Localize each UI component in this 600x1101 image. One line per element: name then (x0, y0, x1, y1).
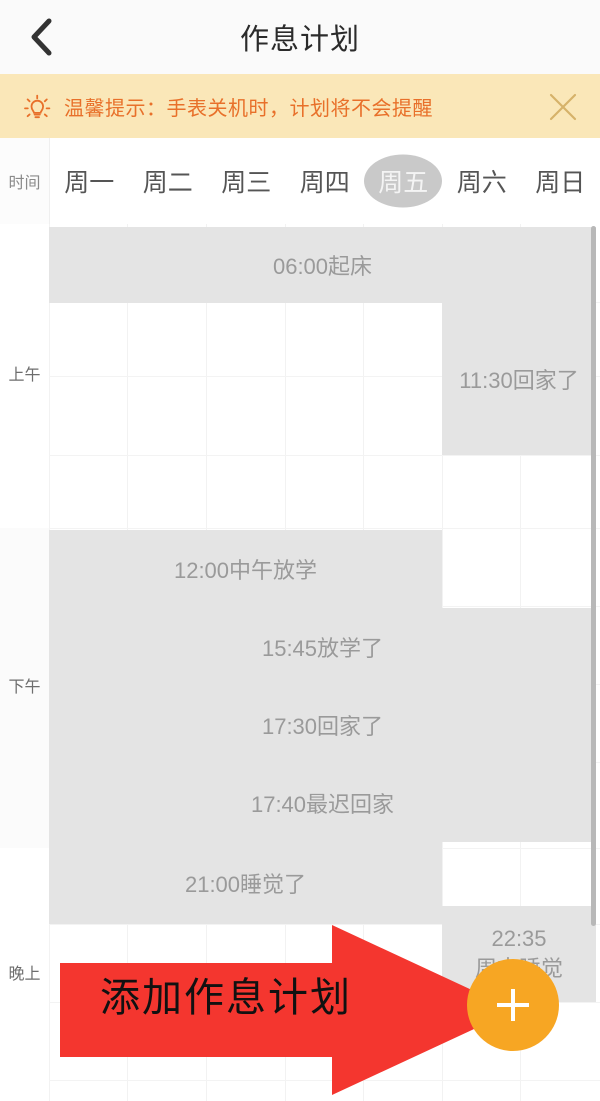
tab-thursday[interactable]: 周四 (286, 138, 365, 224)
tab-saturday-label: 周六 (456, 169, 507, 197)
period-morning: 上午 (0, 224, 49, 528)
tab-friday-label: 周五 (378, 169, 429, 197)
plus-icon (490, 982, 536, 1028)
event-label: 06:00起床 (272, 254, 373, 279)
event-block[interactable]: 06:00起床 (49, 227, 596, 303)
period-evening: 晚上 (0, 848, 49, 1101)
grid-hline (49, 455, 600, 456)
week-tab-bar: 时间 周一 周二 周三 周四 周五 周六 周日 (0, 138, 600, 224)
app-root: 作息计划 温馨提示：手表关机时，计划将不会提醒 时间 周一 周二 周三 周四 周… (0, 0, 600, 1101)
period-afternoon-label: 下午 (8, 679, 41, 696)
tab-sunday[interactable]: 周日 (521, 138, 600, 224)
event-label: 11:30回家了 (459, 368, 579, 393)
event-label: 17:40最迟回家 (250, 792, 395, 817)
vertical-scrollbar[interactable] (591, 226, 596, 926)
tab-tuesday[interactable]: 周二 (129, 138, 208, 224)
event-label: 21:00睡觉了 (184, 872, 307, 897)
tip-banner: 温馨提示：手表关机时，计划将不会提醒 (0, 74, 600, 138)
event-label: 12:00中午放学 (173, 558, 318, 583)
add-plan-fab[interactable] (467, 959, 559, 1051)
time-column-header: 时间 (0, 138, 49, 224)
lightbulb-icon (20, 90, 54, 124)
navigation-bar: 作息计划 (0, 0, 600, 74)
event-block[interactable]: 11:30回家了 (442, 303, 596, 455)
tab-monday[interactable]: 周一 (50, 138, 129, 224)
tab-tuesday-label: 周二 (142, 169, 193, 197)
tab-monday-label: 周一 (64, 169, 115, 197)
close-icon[interactable] (546, 90, 580, 124)
period-column: 上午 下午 晚上 (0, 224, 49, 1101)
event-label-time: 22:35 (491, 926, 547, 952)
event-block[interactable]: 21:00睡觉了 (49, 842, 442, 924)
tab-wednesday-label: 周三 (221, 169, 272, 197)
event-block[interactable]: 12:00中午放学 (49, 530, 442, 608)
event-label: 17:30回家了 (261, 714, 384, 739)
tab-sunday-label: 周日 (535, 169, 586, 197)
page-title: 作息计划 (239, 24, 360, 56)
period-afternoon: 下午 (0, 528, 49, 848)
event-label: 15:45放学了 (261, 636, 384, 661)
tab-thursday-label: 周四 (299, 169, 350, 197)
period-evening-label: 晚上 (8, 965, 41, 983)
period-morning-label: 上午 (8, 367, 41, 384)
annotation-arrow-label: 添加作息计划 (100, 976, 352, 1020)
event-block[interactable]: 17:30回家了 (49, 686, 596, 764)
event-block[interactable]: 15:45放学了 (49, 608, 596, 686)
tab-wednesday[interactable]: 周三 (207, 138, 286, 224)
event-block[interactable]: 17:40最迟回家 (49, 764, 596, 842)
tab-saturday[interactable]: 周六 (443, 138, 522, 224)
grid-hline (49, 1080, 600, 1081)
weekday-tabs: 周一 周二 周三 周四 周五 周六 周日 (49, 138, 600, 224)
grid-hline (49, 528, 600, 529)
tab-friday[interactable]: 周五 (364, 138, 443, 224)
tip-banner-text: 温馨提示：手表关机时，计划将不会提醒 (64, 97, 433, 120)
